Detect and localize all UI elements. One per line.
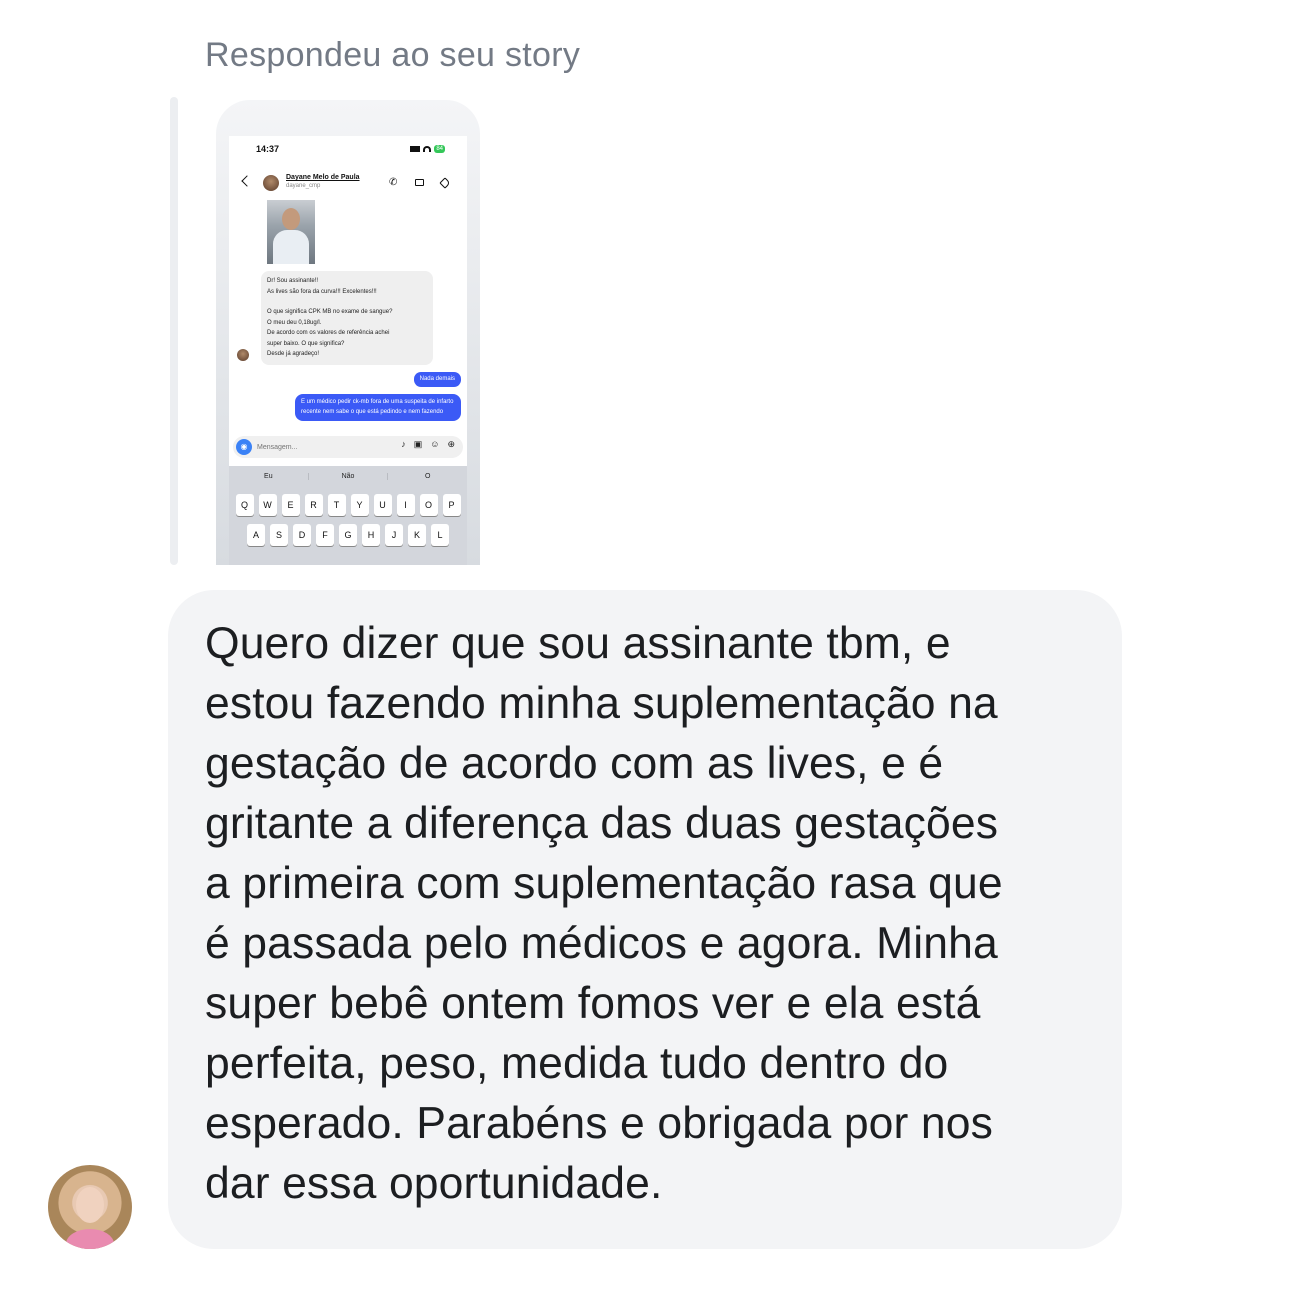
- message-composer: ◉ ♪ ▣ ☺ ⊕: [233, 436, 463, 458]
- message-line: super baixo. O que significa?: [267, 340, 345, 347]
- message-gap: [267, 297, 427, 307]
- key: Y: [350, 494, 369, 516]
- story-preview-thumbnail[interactable]: 14:37 84 Dayane Melo de Paula dayane_cmp…: [216, 100, 480, 565]
- key: D: [293, 524, 311, 546]
- message-bubble[interactable]: Quero dizer que sou assinante tbm, e est…: [168, 590, 1122, 1249]
- key: J: [385, 524, 403, 546]
- photo-person-face: [282, 208, 300, 230]
- outgoing-message-short: Nada demais: [413, 372, 461, 387]
- message-input: [257, 440, 367, 454]
- contact-avatar: [263, 175, 279, 191]
- shared-photo: [267, 200, 315, 264]
- phone-call-icon: ✆: [389, 177, 398, 188]
- composer-tools: ♪ ▣ ☺ ⊕: [401, 439, 455, 450]
- photo-person-shirt: [273, 230, 309, 264]
- sender-avatar[interactable]: [48, 1165, 132, 1249]
- signal-icon: [410, 146, 421, 152]
- incoming-sender-avatar: [237, 349, 249, 361]
- key: O: [419, 494, 438, 516]
- keyboard-row-2: A S D F G H J K L: [229, 524, 467, 546]
- key: H: [362, 524, 380, 546]
- key: U: [373, 494, 392, 516]
- reply-context-label: Respondeu ao seu story: [205, 36, 581, 74]
- battery-icon: 84: [434, 145, 445, 153]
- keyboard-suggestions: Eu Não O: [229, 466, 467, 486]
- key: Q: [235, 494, 254, 516]
- suggestion: O: [424, 472, 431, 480]
- contact-username: dayane_cmp: [286, 183, 321, 189]
- message-line: De acordo com os valores de referência a…: [267, 330, 390, 336]
- message-line: O que significa CPK MB no exame de sangu…: [267, 309, 393, 315]
- suggestion: Não: [309, 472, 389, 480]
- message-line: Desde já agradeço!: [267, 351, 320, 357]
- key: L: [431, 524, 449, 546]
- status-bar: 14:37 84: [229, 144, 467, 158]
- reply-quote-bar: [170, 97, 178, 565]
- key: S: [270, 524, 288, 546]
- camera-icon: ◉: [236, 439, 252, 455]
- key: I: [396, 494, 415, 516]
- incoming-message-bubble: Dr! Sou assinante!! As lives são fora da…: [261, 271, 433, 365]
- key: T: [327, 494, 346, 516]
- add-icon: ⊕: [447, 439, 455, 449]
- status-icons: 84: [410, 145, 445, 153]
- message-line: Dr! Sou assinante!!: [267, 278, 319, 284]
- key: K: [408, 524, 426, 546]
- message-text: Quero dizer que sou assinante tbm, e est…: [205, 619, 1003, 1208]
- key: G: [339, 524, 357, 546]
- key: E: [281, 494, 300, 516]
- key: R: [304, 494, 323, 516]
- wifi-icon: [423, 146, 432, 152]
- gallery-icon: ▣: [413, 439, 423, 449]
- avatar-face: [76, 1187, 104, 1223]
- message-line: As lives são fora da curva!!! Excelentes…: [267, 288, 377, 295]
- key: F: [316, 524, 334, 546]
- contact-name: Dayane Melo de Paula: [286, 174, 360, 181]
- tag-icon: [439, 177, 451, 189]
- keyboard-row-1: Q W E R T Y U I O P: [229, 494, 467, 516]
- video-call-icon: [415, 179, 424, 186]
- microphone-icon: ♪: [401, 439, 406, 449]
- sticker-icon: ☺: [430, 439, 440, 449]
- message-line: O meu deu 0,18ug/l.: [267, 319, 322, 326]
- key: A: [247, 524, 265, 546]
- story-screenshot: 14:37 84 Dayane Melo de Paula dayane_cmp…: [229, 136, 467, 565]
- status-time: 14:37: [256, 144, 280, 154]
- outgoing-message-long: E um médico pedir ck-mb fora de uma susp…: [295, 394, 461, 421]
- back-arrow-icon: [241, 175, 253, 187]
- chat-header: Dayane Melo de Paula dayane_cmp ✆: [229, 172, 467, 196]
- suggestion: Eu: [229, 472, 309, 480]
- key: P: [442, 494, 461, 516]
- avatar-clothing: [66, 1229, 114, 1249]
- key: W: [258, 494, 277, 516]
- keyboard: Eu Não O Q W E R T Y U I O P A S D F G H…: [229, 466, 467, 565]
